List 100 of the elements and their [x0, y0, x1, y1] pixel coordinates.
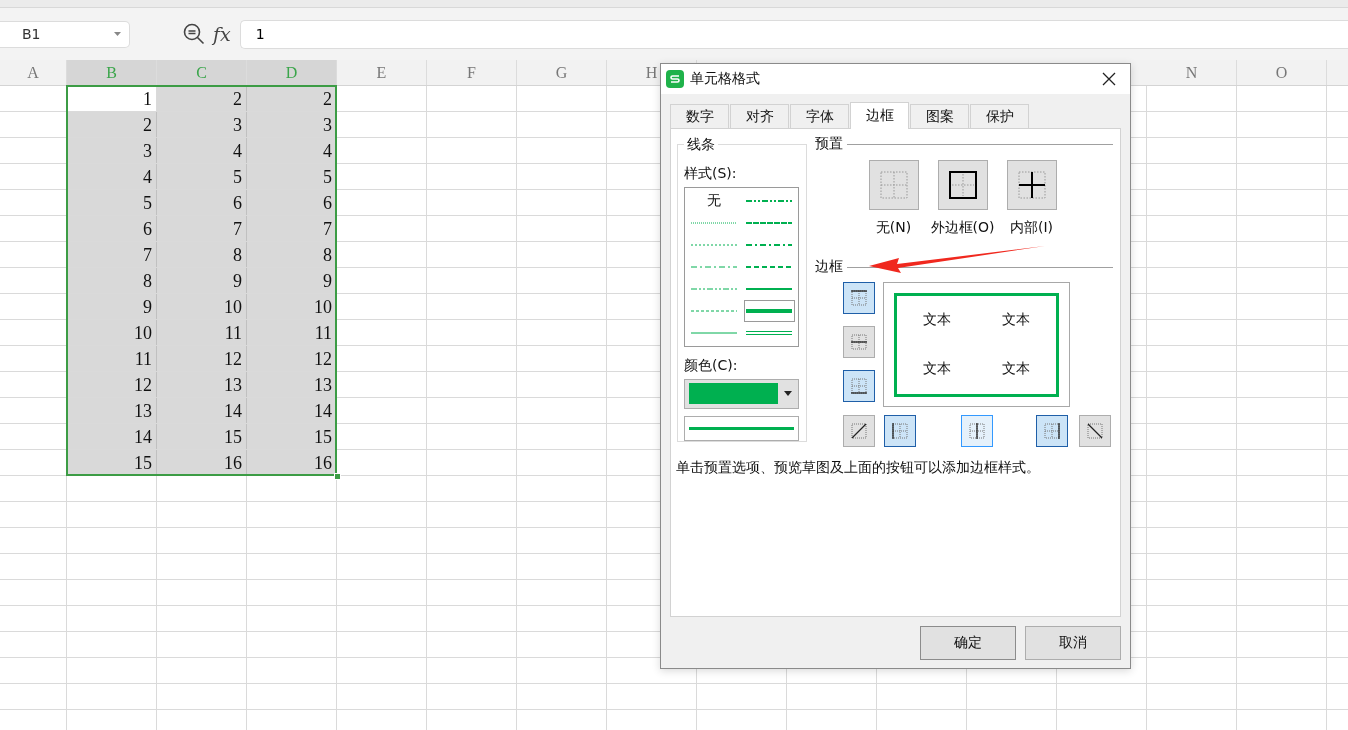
preset-button[interactable]	[1006, 160, 1057, 210]
table-cell: 9	[67, 294, 157, 319]
border-toggle[interactable]	[884, 415, 916, 447]
table-cell: 7	[157, 216, 247, 241]
line-sample-icon	[690, 221, 737, 225]
border-toggle[interactable]	[843, 370, 875, 402]
line-style-option[interactable]: 无	[688, 190, 740, 212]
table-cell: 14	[67, 424, 157, 449]
section-title: 预置	[815, 135, 843, 153]
line-sample-icon	[690, 331, 737, 335]
table-cell: 14	[157, 398, 247, 423]
table-cell: 7	[247, 216, 337, 241]
line-sample-icon	[746, 265, 793, 269]
color-label: 颜色(C):	[684, 357, 739, 375]
line-sample-icon	[690, 287, 737, 291]
border-toggle[interactable]	[843, 415, 875, 447]
table-cell: 12	[157, 346, 247, 371]
border-toggle[interactable]	[843, 282, 875, 314]
border-toggle[interactable]	[1079, 415, 1111, 447]
cancel-button[interactable]: 取消	[1025, 626, 1121, 660]
table-cell: 4	[157, 138, 247, 163]
table-cell: 15	[67, 450, 157, 475]
table-cell: 6	[247, 190, 337, 215]
caret-icon	[784, 391, 792, 397]
border-edge-icon	[851, 423, 867, 439]
preset-button[interactable]	[937, 160, 988, 210]
line-sample-icon	[746, 309, 793, 313]
style-label: 样式(S):	[684, 165, 738, 183]
table-cell: 11	[157, 320, 247, 345]
border-preset-icon	[878, 170, 909, 200]
border-toggle[interactable]	[843, 326, 875, 358]
table-cell: 7	[67, 242, 157, 267]
line-sample-icon	[746, 330, 793, 336]
border-edge-icon	[1087, 423, 1103, 439]
table-cell: 3	[157, 112, 247, 137]
table-cell: 15	[157, 424, 247, 449]
column-header[interactable]: E	[337, 60, 427, 85]
table-cell: 14	[247, 398, 337, 423]
table-cell: 5	[247, 164, 337, 189]
table-cell: 8	[157, 242, 247, 267]
function-button[interactable]: fx	[213, 23, 231, 45]
table-cell: 11	[67, 346, 157, 371]
table-cell: 11	[247, 320, 337, 345]
section-title: 边框	[815, 258, 843, 276]
border-toggle[interactable]	[961, 415, 993, 447]
tab[interactable]: 对齐	[730, 104, 789, 128]
preset-label: 无(N)	[875, 219, 912, 237]
column-header[interactable]: G	[517, 60, 607, 85]
table-cell: 2	[247, 86, 337, 111]
column-header[interactable]: F	[427, 60, 517, 85]
line-sample-icon	[690, 309, 737, 313]
app-icon	[666, 70, 684, 88]
table-cell: 3	[67, 138, 157, 163]
fill-handle[interactable]	[334, 473, 341, 480]
color-dropdown[interactable]	[684, 379, 799, 409]
line-sample-icon	[690, 265, 737, 269]
table-cell: 6	[67, 216, 157, 241]
name-box[interactable]: B1	[0, 20, 130, 48]
table-cell: 10	[67, 320, 157, 345]
table-cell: 2	[157, 86, 247, 111]
table-cell: 10	[157, 294, 247, 319]
tab[interactable]: 边框	[850, 102, 909, 129]
table-cell: 5	[67, 190, 157, 215]
column-header[interactable]: O	[1237, 60, 1327, 85]
line-style-option[interactable]	[743, 300, 795, 322]
tab[interactable]: 保护	[970, 104, 1029, 128]
formula-field[interactable]: 1	[239, 19, 1348, 49]
ok-button[interactable]: 确定	[920, 626, 1016, 660]
table-cell: 13	[247, 372, 337, 397]
border-edge-icon	[851, 378, 867, 394]
table-cell: 5	[157, 164, 247, 189]
sample-text: 文本	[1002, 360, 1031, 378]
border-toggle[interactable]	[1036, 415, 1068, 447]
border-preset-icon	[947, 170, 978, 200]
sample-text: 文本	[922, 360, 951, 378]
line-sample-icon	[746, 287, 793, 291]
table-cell: 2	[67, 112, 157, 137]
table-cell: 12	[247, 346, 337, 371]
sample-text: 文本	[922, 311, 951, 329]
tab[interactable]: 数字	[670, 104, 729, 128]
tab[interactable]: 字体	[790, 104, 849, 128]
line-sample-icon	[746, 243, 793, 247]
table-cell: 3	[247, 112, 337, 137]
table-cell: 16	[247, 450, 337, 475]
group-title: 线条	[684, 136, 718, 154]
table-cell: 4	[247, 138, 337, 163]
hint-text: 单击预置选项、预览草图及上面的按钮可以添加边框样式。	[676, 459, 1041, 477]
close-icon[interactable]	[1102, 72, 1116, 86]
table-cell: 9	[157, 268, 247, 293]
column-header[interactable]: N	[1147, 60, 1237, 85]
preset-label: 内部(I)	[1009, 219, 1054, 237]
zoom-icon[interactable]	[183, 23, 205, 45]
sample-text: 文本	[1002, 311, 1031, 329]
tab[interactable]: 图案	[910, 104, 969, 128]
table-cell: 12	[67, 372, 157, 397]
border-edge-icon	[969, 423, 985, 439]
border-preview[interactable]: 文本 文本 文本 文本	[883, 282, 1070, 407]
table-cell: 8	[67, 268, 157, 293]
table-cell: 13	[157, 372, 247, 397]
table-cell: 15	[247, 424, 337, 449]
